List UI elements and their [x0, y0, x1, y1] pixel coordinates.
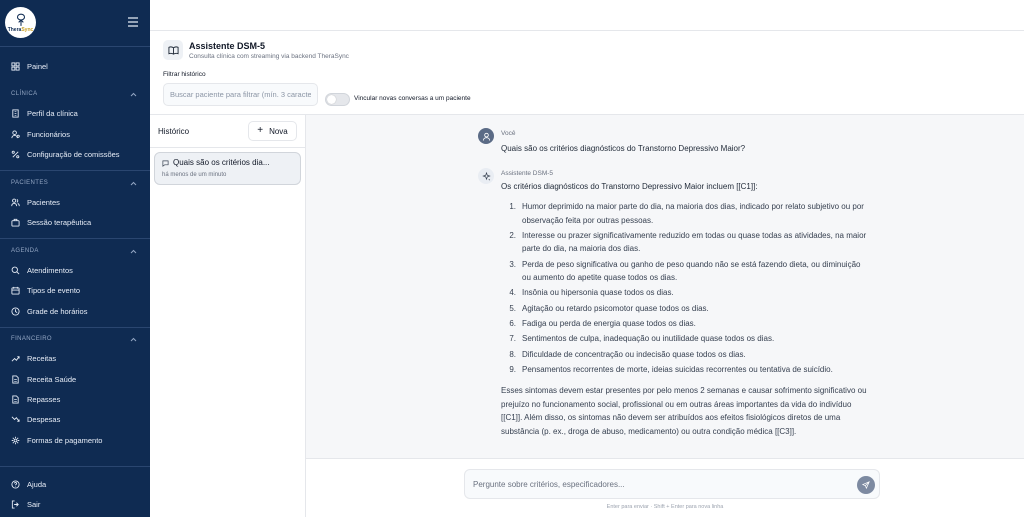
assistant-intro: Os critérios diagnósticos do Transtorno … [501, 182, 758, 191]
document-icon [12, 394, 19, 404]
list-item: 2. Interesse ou prazer significativamente… [509, 230, 867, 254]
brand-logo[interactable]: TheraSync [5, 7, 36, 38]
user-author: Você [501, 130, 516, 137]
criteria-list: 1. Humor deprimido na maior parte do dia,… [501, 200, 871, 378]
sidebar-item-perfil-clinica[interactable]: Perfil da clínica [11, 105, 78, 121]
section-pacientes[interactable]: PACIENTES [11, 180, 137, 186]
chevron-up-icon [130, 249, 137, 253]
brand-name: TheraSync [7, 26, 34, 33]
book-icon [167, 45, 179, 55]
composer-hint: Enter para enviar · Shift + Enter para n… [606, 504, 724, 510]
sidebar-item-formas-pagamento[interactable]: Formas de pagamento [11, 432, 102, 448]
list-item: 8. Dificuldade de concentração ou indecis… [509, 349, 746, 359]
building-icon [12, 108, 19, 118]
sidebar-divider [0, 170, 150, 171]
settings-icon [11, 436, 20, 444]
assistant-closing: Esses sintomas devem estar presentes por… [501, 386, 867, 436]
sidebar-item-label: Painel [27, 61, 48, 71]
menu-icon[interactable] [127, 17, 139, 27]
document-icon [12, 374, 19, 384]
history-item-title: Quais são os critérios dia... [173, 158, 270, 167]
list-item: 4. Insônia ou hipersonia quase todos os d… [509, 288, 674, 298]
new-conversation-button[interactable]: + Nova [248, 121, 297, 141]
assistant-author: Assistente DSM-5 [501, 170, 554, 177]
user-icon [482, 132, 490, 141]
book-icon-badge [163, 40, 183, 60]
history-divider [150, 147, 305, 148]
sidebar-divider [0, 238, 150, 239]
trend-down-icon [11, 415, 20, 422]
clock-icon [11, 306, 20, 316]
chat-area: Você Quais são os critérios diagnósticos… [306, 115, 1024, 458]
trend-up-icon [11, 355, 20, 362]
user-avatar [478, 128, 494, 144]
sparkles-icon [481, 171, 491, 181]
sidebar-item-pacientes[interactable]: Pacientes [11, 194, 60, 210]
top-bar [150, 0, 1024, 31]
chevron-up-icon [130, 181, 137, 185]
assistant-avatar [478, 168, 494, 184]
list-item: 7. Sentimentos de culpa, inadequação ou i… [509, 334, 775, 344]
sidebar: TheraSync Painel CLÍNICA Perfil da clíni… [0, 0, 150, 517]
sidebar-item-receitas[interactable]: Receitas [11, 350, 56, 366]
sidebar-item-atendimentos[interactable]: Atendimentos [11, 262, 73, 278]
sidebar-item-receita-saude[interactable]: Receita Saúde [11, 371, 76, 387]
list-item: 3. Perda de peso significativa ou ganho d… [509, 259, 861, 283]
message-input[interactable] [473, 476, 843, 492]
link-patient-toggle[interactable] [325, 93, 350, 106]
sidebar-item-comissoes[interactable]: Configuração de comissões [11, 146, 120, 162]
briefcase-icon [11, 218, 20, 227]
page-title: Assistente DSM-5 [189, 41, 266, 51]
list-item: 5. Agitação ou retardo psicomotor quase t… [509, 303, 709, 313]
history-title: Histórico [158, 127, 190, 136]
search-icon [11, 266, 20, 274]
sidebar-item-tipos-evento[interactable]: Tipos de evento [11, 282, 80, 298]
sidebar-divider [0, 327, 150, 328]
patient-filter-input[interactable] [163, 83, 318, 106]
calendar-icon [11, 286, 20, 295]
history-item[interactable]: Quais são os critérios dia... há menos d… [154, 152, 301, 185]
list-item: 1. Humor deprimido na maior parte do dia,… [509, 202, 864, 225]
dashboard-icon [11, 61, 20, 71]
sidebar-divider [0, 46, 150, 47]
sidebar-item-painel[interactable]: Painel [11, 58, 48, 74]
sidebar-divider [0, 466, 150, 467]
chat-bubble-icon [162, 160, 169, 167]
history-panel: Histórico + Nova Quais são os critérios … [150, 115, 306, 517]
section-financeiro[interactable]: FINANCEIRO [11, 336, 137, 342]
help-icon [11, 479, 20, 489]
user-cog-icon [11, 129, 20, 138]
assistant-header: Assistente DSM-5 Consulta clínica com st… [150, 31, 1024, 115]
chevron-up-icon [130, 92, 137, 96]
toggle-label: Vincular novas conversas a um paciente [354, 95, 471, 102]
users-icon [11, 198, 20, 206]
list-item: 6. Fadiga ou perda de energia quase todos… [509, 318, 696, 328]
page-subtitle: Consulta clínica com streaming via backe… [189, 53, 349, 60]
percent-icon [11, 150, 20, 158]
sidebar-item-sessao[interactable]: Sessão terapêutica [11, 214, 91, 230]
user-message: Quais são os critérios diagnósticos do T… [501, 144, 746, 153]
sidebar-item-funcionarios[interactable]: Funcionários [11, 126, 70, 142]
send-button[interactable] [857, 476, 875, 494]
logout-icon [11, 499, 19, 509]
sidebar-item-despesas[interactable]: Despesas [11, 411, 60, 427]
plus-icon: + [257, 125, 264, 136]
history-item-time: há menos de um minuto [162, 172, 227, 178]
tree-icon [16, 13, 25, 26]
sidebar-item-grade-horarios[interactable]: Grade de horários [11, 303, 87, 319]
sidebar-item-repasses[interactable]: Repasses [11, 391, 60, 407]
section-clinica[interactable]: CLÍNICA [11, 91, 137, 97]
composer [464, 469, 880, 499]
send-icon [862, 481, 870, 489]
chevron-up-icon [130, 337, 137, 341]
sidebar-item-ajuda[interactable]: Ajuda [11, 476, 46, 492]
composer-area: Enter para enviar · Shift + Enter para n… [306, 458, 1024, 517]
section-agenda[interactable]: AGENDA [11, 248, 137, 254]
sidebar-item-sair[interactable]: Sair [11, 496, 40, 512]
list-item: 9. Pensamentos recorrentes de morte, idei… [509, 364, 833, 374]
filter-label: Filtrar histórico [163, 71, 206, 78]
